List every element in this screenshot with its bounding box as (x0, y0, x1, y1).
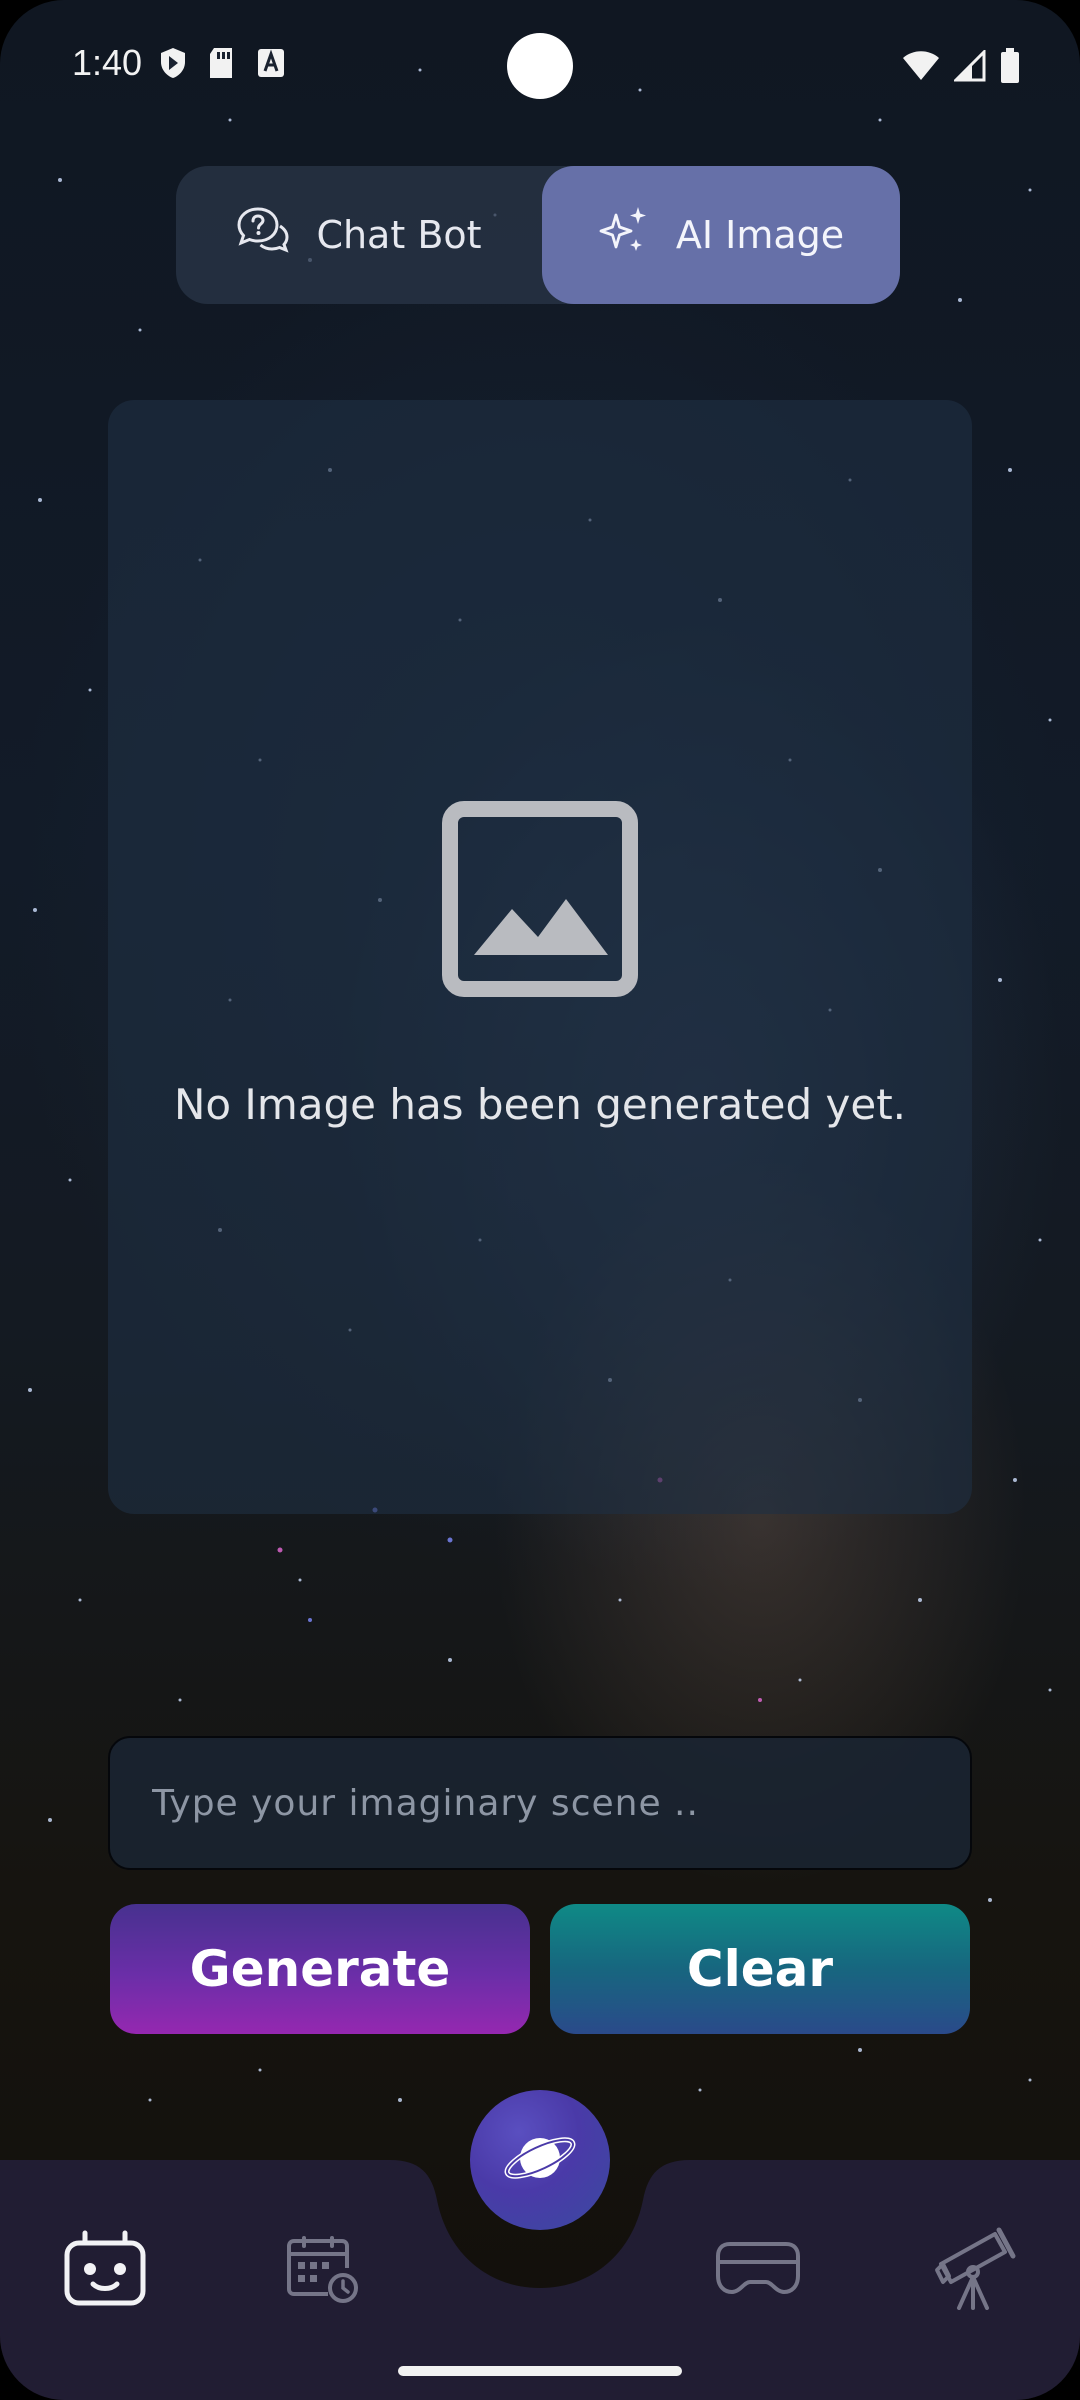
tab-chat-bot-label: Chat Bot (316, 213, 482, 257)
telescope-icon (933, 2226, 1017, 2314)
font-a-icon (256, 47, 286, 83)
scene-prompt-input[interactable] (108, 1736, 972, 1870)
home-indicator[interactable] (398, 2366, 682, 2376)
calendar-clock-icon (286, 2232, 360, 2308)
sparkles-icon (598, 205, 650, 266)
tab-chat-bot[interactable]: Chat Bot (176, 166, 542, 304)
sd-card-icon (208, 46, 236, 84)
nav-item-vr[interactable] (703, 2215, 813, 2325)
nav-item-events[interactable] (268, 2215, 378, 2325)
shield-icon (158, 46, 188, 84)
planet-icon (500, 2118, 580, 2202)
vr-headset-icon (714, 2238, 802, 2302)
wifi-icon (902, 50, 940, 86)
camera-cutout (507, 33, 573, 99)
status-bar: 1:40 (0, 0, 1080, 130)
tab-ai-image[interactable]: AI Image (542, 166, 900, 304)
image-placeholder-icon (442, 801, 638, 997)
signal-icon (952, 48, 986, 86)
robot-icon (63, 2229, 147, 2311)
chat-question-icon (236, 205, 290, 266)
generate-button[interactable]: Generate (110, 1904, 530, 2034)
tab-ai-image-label: AI Image (675, 213, 845, 257)
clear-button[interactable]: Clear (550, 1904, 970, 2034)
nav-item-observatory[interactable] (920, 2215, 1030, 2325)
app-screen: 1:40 Chat Bot AI Image No Image has been… (0, 0, 1080, 2400)
status-icons-left (158, 46, 286, 84)
status-time: 1:40 (72, 42, 143, 83)
nav-item-planet-center-button[interactable] (470, 2090, 610, 2230)
mode-tab-switch: Chat Bot AI Image (176, 166, 900, 304)
empty-state-message: No Image has been generated yet. (173, 1080, 907, 1129)
nav-item-chat[interactable] (50, 2215, 160, 2325)
battery-icon (1000, 48, 1020, 88)
status-icons-right (902, 48, 1020, 88)
